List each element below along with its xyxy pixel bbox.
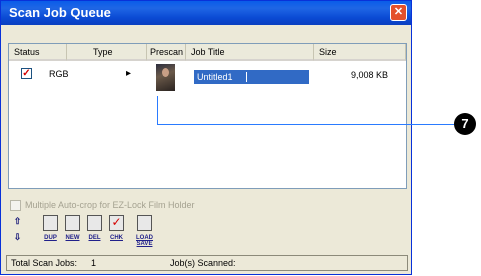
del-button[interactable]: DEL: [85, 213, 104, 245]
callout-number: 7: [454, 113, 476, 135]
text-caret: [246, 72, 247, 82]
status-bar: Total Scan Jobs: 1 Job(s) Scanned:: [6, 255, 408, 271]
close-button[interactable]: ✕: [390, 4, 407, 21]
load-save-button[interactable]: LOAD SAVE: [129, 213, 160, 247]
jobs-scanned-label: Job(s) Scanned:: [170, 258, 236, 268]
column-header-size[interactable]: Size: [314, 44, 406, 61]
dup-button[interactable]: DUP: [41, 213, 60, 245]
size-cell: 9,008 KB: [351, 70, 389, 80]
callout-leader-horizontal: [157, 124, 454, 125]
autocrop-checkbox[interactable]: [10, 200, 21, 212]
total-jobs-value: 1: [91, 258, 97, 268]
callout-leader-vertical: [157, 96, 158, 125]
expand-arrow-icon[interactable]: ▸: [126, 68, 131, 79]
autocrop-option[interactable]: Multiple Auto-crop for EZ-Lock Film Hold…: [10, 200, 195, 212]
prescan-thumbnail[interactable]: [156, 64, 175, 91]
trash-icon: [87, 215, 102, 231]
window-title: Scan Job Queue: [9, 5, 111, 20]
total-jobs-label: Total Scan Jobs:: [11, 258, 78, 268]
new-button[interactable]: NEW: [63, 213, 82, 245]
move-up-icon[interactable]: ⇧: [11, 215, 24, 228]
autocrop-label: Multiple Auto-crop for EZ-Lock Film Hold…: [25, 200, 195, 210]
type-cell: RGB: [49, 69, 69, 79]
new-document-icon: [65, 215, 80, 231]
job-list[interactable]: Status Type Prescan Job Title Size ✓ RGB…: [8, 43, 407, 189]
check-icon: ✓: [109, 215, 124, 231]
duplicate-icon: [43, 215, 58, 231]
move-down-icon[interactable]: ⇩: [11, 231, 24, 244]
scan-job-queue-window: Scan Job Queue ✕ Status Type Prescan Job…: [0, 0, 412, 275]
column-header-job-title[interactable]: Job Title: [186, 44, 314, 61]
column-header-status[interactable]: Status: [9, 44, 67, 61]
title-bar[interactable]: Scan Job Queue ✕: [1, 1, 411, 25]
chk-button[interactable]: ✓ CHK: [107, 213, 126, 245]
status-checkbox[interactable]: ✓: [21, 68, 32, 79]
column-header-type[interactable]: Type: [67, 44, 147, 61]
job-title-field[interactable]: Untitled1: [194, 70, 309, 84]
floppy-disk-icon: [137, 215, 152, 231]
job-title-text: Untitled1: [197, 72, 233, 82]
column-header-prescan[interactable]: Prescan: [147, 44, 186, 61]
